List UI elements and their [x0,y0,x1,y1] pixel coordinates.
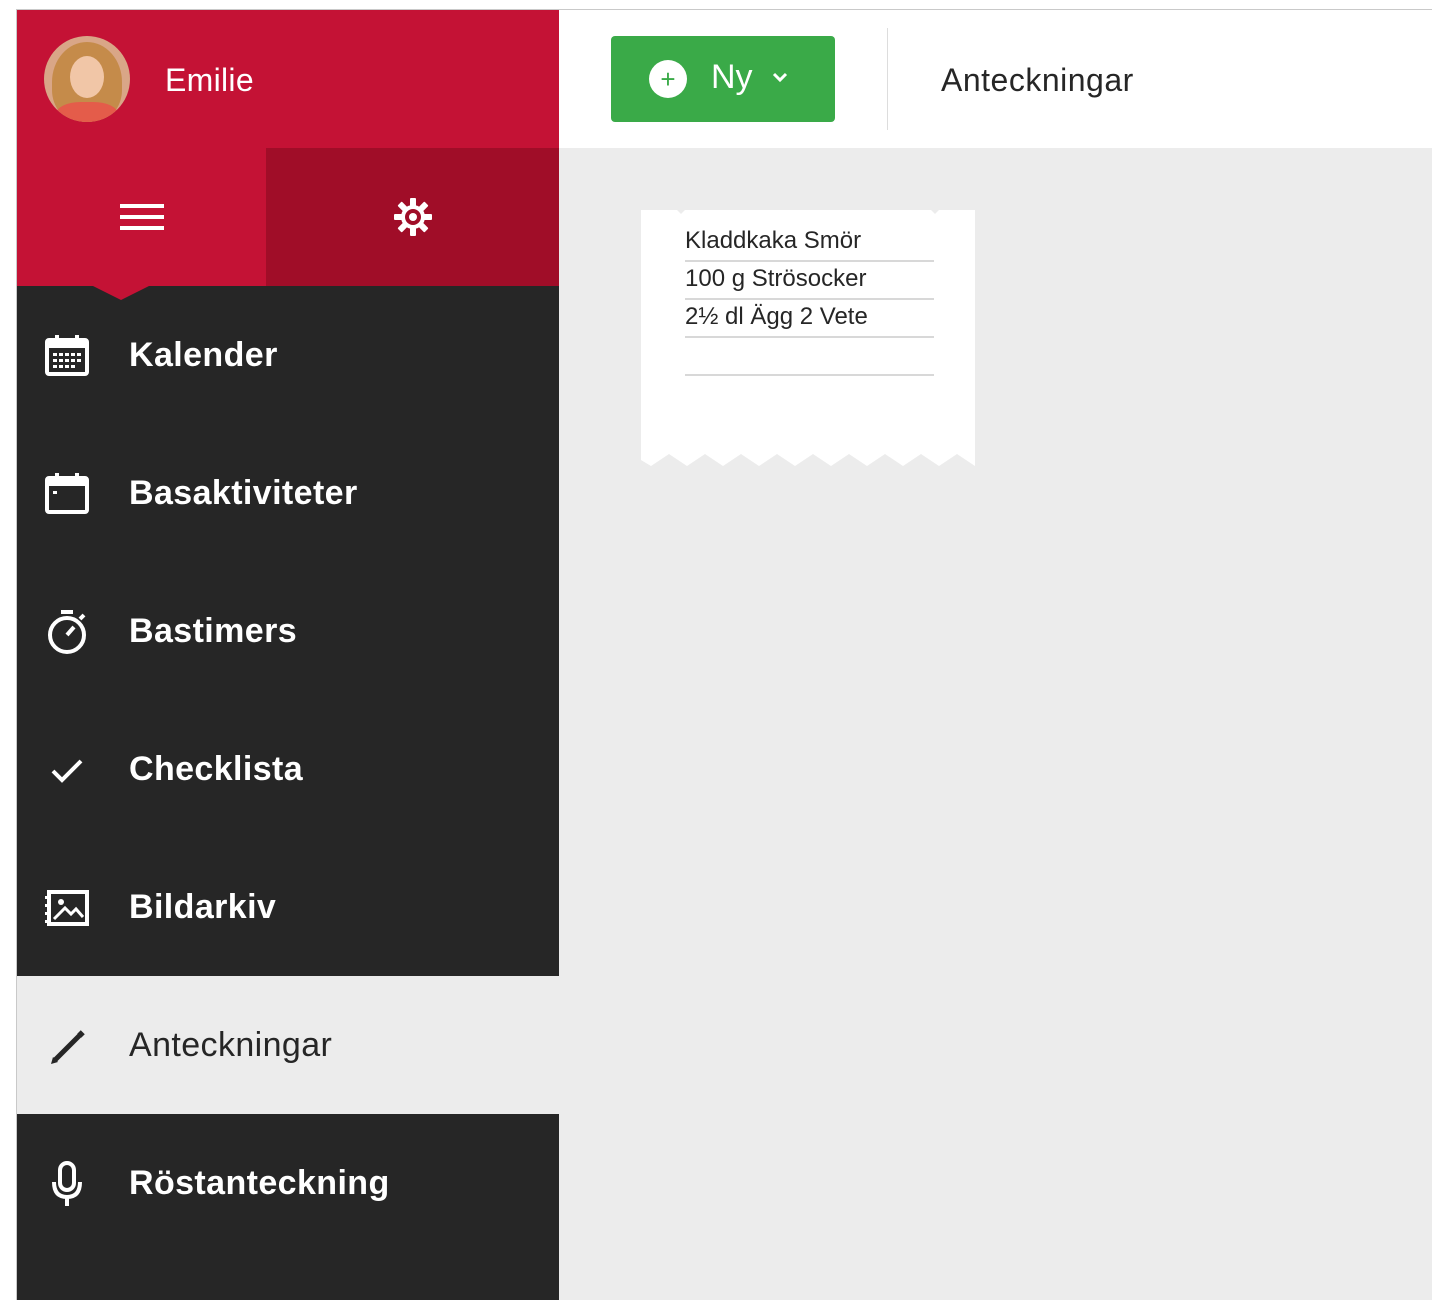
chevron-down-icon [772,72,788,83]
new-button[interactable]: + Ny [611,36,835,122]
note-line: Kladdkaka Smör [685,224,934,262]
microphone-icon [52,1161,82,1206]
sidebar-item-label: Bildarkiv [129,887,277,926]
sidebar-item-rostanteckning[interactable]: Röstanteckning [17,1114,559,1252]
notes-area: Kladdkaka Smör 100 g Strösocker 2½ dl Äg… [559,148,1432,1300]
page-title: Anteckningar [941,62,1134,98]
plus-circle-icon: + [649,60,687,98]
new-button-label: Ny [711,58,753,96]
note-line [685,338,934,376]
sidebar-item-label: Kalender [129,335,278,374]
hamburger-menu-icon [119,204,164,230]
sidebar-item-label: Basaktiviteter [129,473,358,512]
sidebar-item-basaktiviteter[interactable]: Basaktiviteter [17,424,559,562]
sidebar-item-label: Röstanteckning [129,1163,390,1202]
calendar-icon [45,473,89,514]
pencil-icon [51,1030,85,1064]
tab-menu[interactable] [17,148,266,300]
image-gallery-icon [45,890,89,926]
sidebar-item-anteckningar[interactable]: Anteckningar [17,976,559,1114]
gear-icon [393,198,432,236]
main-navigation: Kalender Basaktiviteter Bastimers Checkl… [17,286,559,1252]
stopwatch-icon [48,610,86,654]
header-divider [887,28,888,130]
avatar[interactable] [44,36,130,122]
sidebar-item-bastimers[interactable]: Bastimers [17,562,559,700]
profile-header[interactable]: Emilie [17,10,559,148]
tab-settings[interactable] [266,148,559,286]
app-frame: Emilie Kalender Basaktiviteter Bastimers… [16,9,1432,1300]
calendar-grid-icon [45,335,89,376]
note-card[interactable]: Kladdkaka Smör 100 g Strösocker 2½ dl Äg… [641,210,975,466]
sidebar-item-kalender[interactable]: Kalender [17,286,559,424]
sidebar-item-bildarkiv[interactable]: Bildarkiv [17,838,559,976]
sidebar: Emilie Kalender Basaktiviteter Bastimers… [17,10,559,1300]
user-name: Emilie [165,62,254,98]
sidebar-item-label: Bastimers [129,611,298,650]
note-line: 2½ dl Ägg 2 Vete [685,300,934,338]
note-line: 100 g Strösocker [685,262,934,300]
top-toolbar: + Ny Anteckningar [559,10,1432,148]
sidebar-item-label: Checklista [129,749,304,788]
sidebar-item-label: Anteckningar [129,1025,333,1064]
note-lines: Kladdkaka Smör 100 g Strösocker 2½ dl Äg… [685,224,934,376]
sidebar-item-checklista[interactable]: Checklista [17,700,559,838]
sidebar-tabs [17,148,559,300]
checkmark-icon [51,759,83,783]
